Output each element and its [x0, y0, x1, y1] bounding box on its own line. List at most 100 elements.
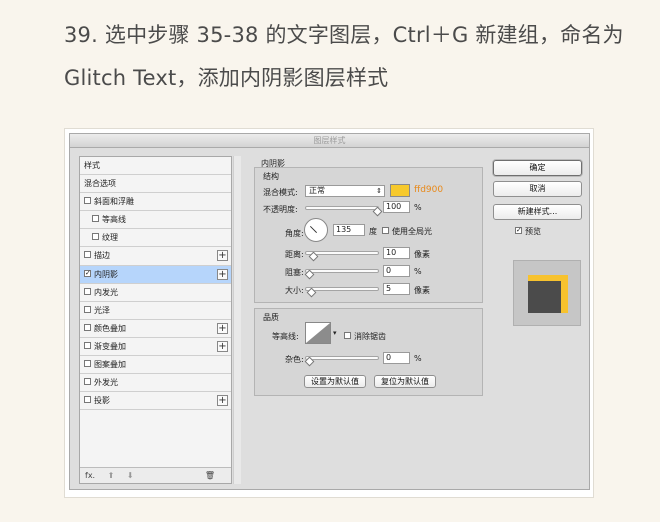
- anti-alias-label: 消除锯齿: [354, 332, 386, 341]
- styles-list-item[interactable]: 混合选项: [80, 175, 231, 194]
- blend-mode-label: 混合模式:: [263, 188, 298, 197]
- size-slider-thumb[interactable]: [306, 287, 317, 298]
- preview-label: 预览: [525, 227, 541, 236]
- choke-unit: %: [414, 267, 422, 276]
- choke-label: 阻塞:: [285, 268, 304, 277]
- add-instance-icon[interactable]: +: [217, 268, 228, 280]
- style-label: 内发光: [94, 287, 118, 297]
- opacity-slider[interactable]: [305, 206, 383, 217]
- styles-list-item[interactable]: 渐变叠加 +: [80, 338, 231, 357]
- distance-input[interactable]: 10: [383, 247, 410, 259]
- blend-mode-select[interactable]: 正常 ⇕: [305, 185, 385, 197]
- style-label: 图案叠加: [94, 360, 126, 370]
- select-arrow-icon: ⇕: [376, 187, 382, 195]
- ok-button[interactable]: 确定: [493, 160, 582, 176]
- noise-slider[interactable]: [304, 356, 379, 367]
- fx-icon[interactable]: fx.: [85, 471, 95, 480]
- opacity-label: 不透明度:: [263, 205, 298, 214]
- size-label: 大小:: [285, 286, 304, 295]
- style-label: 斜面和浮雕: [94, 197, 134, 207]
- add-instance-icon[interactable]: +: [217, 250, 228, 262]
- style-checkbox[interactable]: [84, 287, 91, 295]
- opacity-input[interactable]: 100: [383, 201, 410, 213]
- style-checkbox[interactable]: [84, 360, 91, 368]
- styles-list-item[interactable]: 等高线: [80, 211, 231, 230]
- color-hex-label: ffd900: [414, 185, 444, 195]
- opacity-unit: %: [414, 203, 422, 212]
- preview-option[interactable]: ✓ 预览: [515, 226, 541, 237]
- angle-dial[interactable]: [304, 218, 328, 242]
- styles-list-item[interactable]: 光泽: [80, 302, 231, 320]
- style-checkbox[interactable]: ✓: [84, 269, 91, 277]
- contour-label: 等高线:: [272, 332, 299, 341]
- styles-list-item[interactable]: 斜面和浮雕: [80, 193, 231, 212]
- styles-list-item[interactable]: 内发光: [80, 284, 231, 302]
- styles-list-item[interactable]: 外发光: [80, 374, 231, 393]
- style-checkbox[interactable]: [92, 233, 99, 241]
- style-checkbox[interactable]: [92, 215, 99, 223]
- style-preview: [513, 260, 581, 326]
- add-instance-icon[interactable]: +: [217, 340, 228, 352]
- style-label: 投影: [94, 396, 110, 406]
- choke-input[interactable]: 0: [383, 265, 410, 277]
- distance-slider[interactable]: [305, 251, 379, 262]
- distance-slider-thumb[interactable]: [308, 251, 319, 262]
- styles-list-item[interactable]: ✓ 内阴影 +: [80, 265, 231, 284]
- distance-label: 距离:: [285, 250, 304, 259]
- step-instruction: 39. 选中步骤 35-38 的文字图层，Ctrl＋G 新建组，命名为 Glit…: [64, 23, 624, 90]
- style-checkbox[interactable]: [84, 341, 91, 349]
- style-label: 描边: [94, 251, 110, 261]
- structure-label: 结构: [263, 172, 279, 181]
- global-light-label: 使用全局光: [392, 227, 432, 236]
- style-label: 等高线: [102, 215, 126, 225]
- new-style-button[interactable]: 新建样式...: [493, 204, 582, 220]
- styles-list-item[interactable]: 投影 +: [80, 392, 231, 411]
- dialog-title: 图层样式: [70, 134, 589, 148]
- reset-default-button[interactable]: 复位为默认值: [374, 375, 436, 388]
- style-label: 混合选项: [84, 179, 116, 189]
- anti-alias-option[interactable]: 消除锯齿: [344, 331, 386, 342]
- styles-list-item[interactable]: 纹理: [80, 229, 231, 248]
- styles-list: 样式 混合选项 斜面和浮雕 等高线 纹理 描边 + ✓ 内阴影 + 内发光 光泽 颜色叠加 + 渐变叠加 + 图…: [79, 156, 232, 484]
- choke-slider-thumb[interactable]: [304, 269, 315, 280]
- size-input[interactable]: 5: [383, 283, 410, 295]
- styles-list-scrollbar[interactable]: [233, 156, 241, 484]
- noise-slider-thumb[interactable]: [304, 356, 315, 367]
- style-checkbox[interactable]: [84, 396, 91, 404]
- style-checkbox[interactable]: [84, 378, 91, 386]
- global-light-option[interactable]: 使用全局光: [382, 226, 432, 237]
- global-light-checkbox[interactable]: [382, 227, 389, 234]
- add-instance-icon[interactable]: +: [217, 322, 228, 334]
- preview-checkbox[interactable]: ✓: [515, 227, 522, 234]
- angle-label: 角度:: [285, 229, 304, 238]
- contour-curve-icon: [306, 323, 330, 343]
- style-label: 颜色叠加: [94, 323, 126, 333]
- style-checkbox[interactable]: [84, 251, 91, 259]
- style-label: 样式: [84, 161, 100, 170]
- style-checkbox[interactable]: [84, 323, 91, 331]
- structure-group: 结构 混合模式: 正常 ⇕ ffd900 不透明度: 100 % 角度: 135…: [254, 167, 483, 303]
- contour-dropdown-icon[interactable]: ▾: [333, 329, 337, 337]
- opacity-slider-thumb[interactable]: [372, 206, 383, 217]
- shadow-color-swatch[interactable]: [390, 184, 410, 197]
- cancel-button[interactable]: 取消: [493, 181, 582, 197]
- choke-slider[interactable]: [304, 269, 379, 280]
- styles-list-item[interactable]: 图案叠加: [80, 356, 231, 375]
- style-checkbox[interactable]: [84, 305, 91, 313]
- anti-alias-checkbox[interactable]: [344, 332, 351, 339]
- move-up-icon[interactable]: ⬆: [108, 471, 115, 480]
- styles-list-item[interactable]: 颜色叠加 +: [80, 320, 231, 338]
- distance-unit: 像素: [414, 250, 430, 259]
- size-slider[interactable]: [305, 287, 379, 298]
- add-instance-icon[interactable]: +: [217, 395, 228, 407]
- style-preview-swatch: [528, 275, 568, 313]
- contour-picker[interactable]: [305, 322, 331, 344]
- noise-input[interactable]: 0: [383, 352, 410, 364]
- set-default-button[interactable]: 设置为默认值: [304, 375, 366, 388]
- trash-icon[interactable]: 🗑: [205, 468, 215, 483]
- move-down-icon[interactable]: ⬇: [127, 471, 134, 480]
- angle-input[interactable]: 135: [333, 224, 365, 236]
- styles-list-item[interactable]: 样式: [80, 157, 231, 176]
- styles-list-item[interactable]: 描边 +: [80, 247, 231, 266]
- style-checkbox[interactable]: [84, 197, 91, 205]
